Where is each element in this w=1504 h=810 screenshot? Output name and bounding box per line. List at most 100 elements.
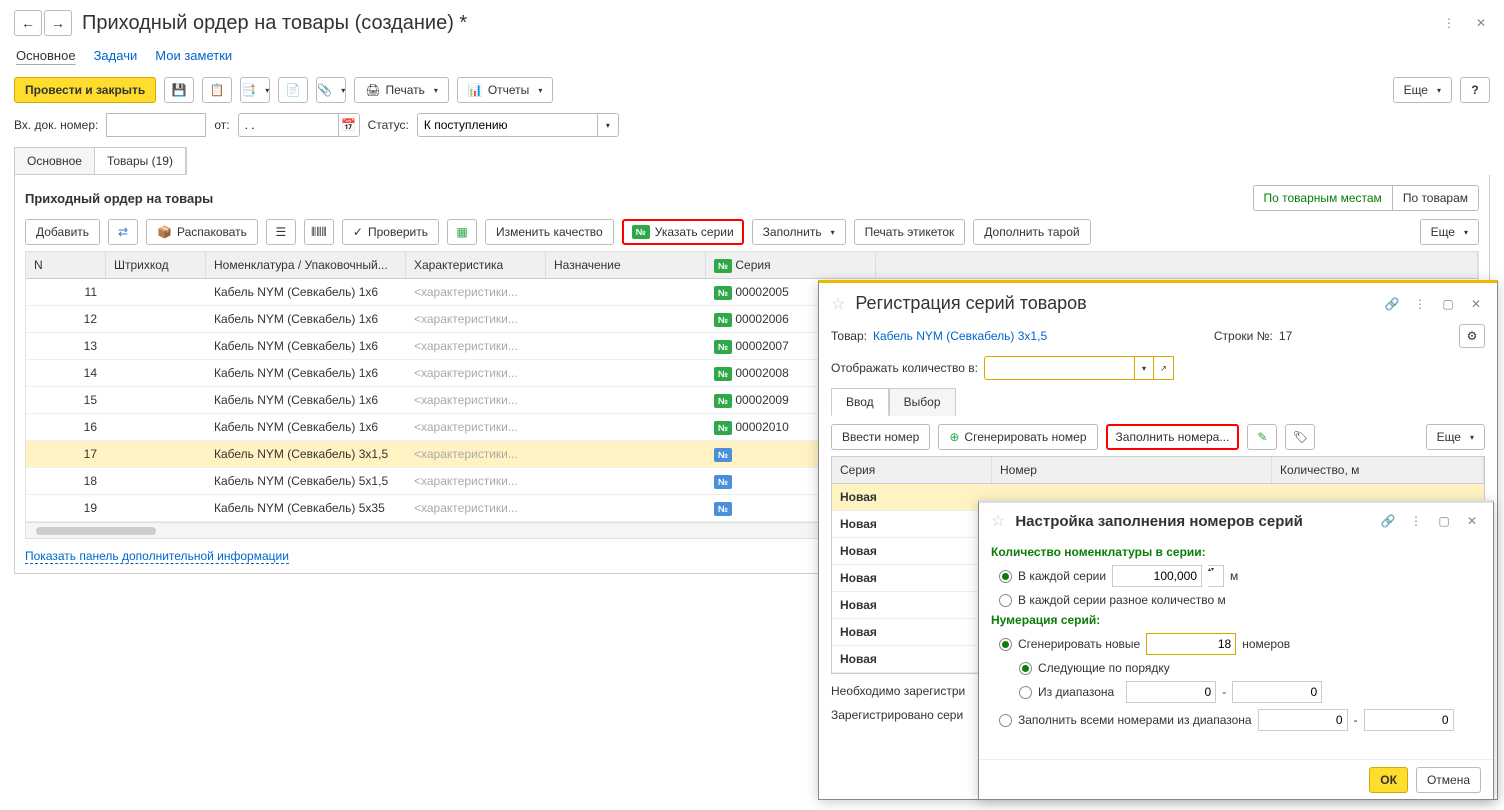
save-icon-button[interactable]: 💾: [164, 77, 194, 103]
lines-value: 17: [1279, 329, 1292, 343]
section-tab-goods[interactable]: Товары (19): [95, 148, 186, 174]
section-tabs: Основное Товары (19): [14, 147, 187, 175]
arrows-icon: ⇄: [118, 225, 128, 239]
settings-close-icon[interactable]: ✕: [1463, 512, 1481, 530]
tab-notes[interactable]: Мои заметки: [155, 48, 232, 63]
post-icon-button[interactable]: 📋: [202, 77, 232, 103]
link-icon[interactable]: 🔗: [1383, 295, 1401, 313]
tab-input[interactable]: Ввод: [831, 388, 889, 416]
settings-kebab-icon[interactable]: ⋮: [1407, 512, 1425, 530]
numbers-suffix-label: номеров: [1242, 637, 1290, 651]
tab-select[interactable]: Выбор: [889, 388, 956, 416]
date-input[interactable]: [238, 113, 338, 137]
range2-to-input[interactable]: [1364, 709, 1454, 731]
each-series-radio[interactable]: [999, 570, 1012, 583]
from-range-radio[interactable]: [1019, 686, 1032, 699]
qty-unit-input[interactable]: [984, 356, 1134, 380]
range-to-input[interactable]: [1232, 681, 1322, 703]
series-col-qty[interactable]: Количество, м: [1272, 457, 1484, 483]
title-row: ← → Приходный ордер на товары (создание)…: [14, 10, 1490, 36]
grid-icon-button[interactable]: ▦: [447, 219, 477, 245]
dialog-close-icon[interactable]: ✕: [1467, 295, 1485, 313]
qty-unit-dropdown-button[interactable]: ▾: [1134, 356, 1154, 380]
kebab-icon[interactable]: ⋮: [1440, 14, 1458, 32]
generate-qty-input[interactable]: [1146, 633, 1236, 655]
reg-dialog-title: Регистрация серий товаров: [855, 293, 1086, 314]
series-col-number[interactable]: Номер: [992, 457, 1272, 483]
more-button[interactable]: Еще: [1393, 77, 1452, 103]
each-series-qty-input[interactable]: [1112, 565, 1202, 587]
by-goods-toggle[interactable]: По товарам: [1392, 185, 1479, 211]
barcode-icon-button[interactable]: ⦀⦀⦀: [304, 219, 334, 245]
table-more-button[interactable]: Еще: [1420, 219, 1479, 245]
maximize-icon[interactable]: ▢: [1439, 295, 1457, 313]
col-purpose[interactable]: Назначение: [546, 252, 706, 278]
set-series-button[interactable]: №Указать серии: [622, 219, 744, 245]
unpack-label: Распаковать: [177, 225, 247, 239]
qty-spin-button[interactable]: ▴▾: [1208, 565, 1224, 587]
col-characteristic[interactable]: Характеристика: [406, 252, 546, 278]
supplement-tare-button[interactable]: Дополнить тарой: [973, 219, 1090, 245]
attach-icon: 📎: [317, 83, 332, 97]
tag-icon-button[interactable]: 🏷: [1285, 424, 1315, 450]
tab-main[interactable]: Основное: [16, 48, 76, 63]
settings-link-icon[interactable]: 🔗: [1379, 512, 1397, 530]
qty-unit-open-button[interactable]: ↗: [1154, 356, 1174, 380]
series-more-button[interactable]: Еще: [1426, 424, 1485, 450]
table-header: N Штрихкод Номенклатура / Упаковочный...…: [26, 252, 1478, 279]
settings-favorite-icon[interactable]: ☆: [991, 511, 1005, 531]
col-series[interactable]: № Серия: [706, 252, 876, 278]
ok-button[interactable]: ОК: [1369, 767, 1408, 793]
nav-back-button[interactable]: ←: [14, 10, 42, 36]
section-tab-main[interactable]: Основное: [15, 148, 95, 174]
calendar-button[interactable]: 📅: [338, 113, 360, 137]
reports-button[interactable]: 📊Отчеты: [457, 77, 553, 103]
print-button[interactable]: 🖨Печать: [354, 77, 449, 103]
enter-number-button[interactable]: Ввести номер: [831, 424, 930, 450]
unpack-button[interactable]: 📦Распаковать: [146, 219, 258, 245]
generate-number-button[interactable]: ⊕Сгенерировать номер: [938, 424, 1097, 450]
top-nav-tabs: Основное Задачи Мои заметки: [14, 48, 1490, 63]
copy-dropdown-button[interactable]: 📑: [240, 77, 270, 103]
range-from-input[interactable]: [1126, 681, 1216, 703]
col-barcode[interactable]: Штрихкод: [106, 252, 206, 278]
print-labels-button[interactable]: Печать этикеток: [854, 219, 966, 245]
close-icon[interactable]: ✕: [1472, 14, 1490, 32]
ext-doc-input[interactable]: [106, 113, 206, 137]
cancel-button[interactable]: Отмена: [1416, 767, 1481, 793]
col-n[interactable]: N: [26, 252, 106, 278]
gear-button[interactable]: ⚙: [1459, 324, 1485, 348]
by-places-toggle[interactable]: По товарным местам: [1253, 185, 1392, 211]
status-dropdown-button[interactable]: ▾: [597, 113, 619, 137]
each-series-diff-radio[interactable]: [999, 594, 1012, 607]
post-and-close-button[interactable]: Провести и закрыть: [14, 77, 156, 103]
favorite-icon[interactable]: ☆: [831, 294, 845, 314]
add-button[interactable]: Добавить: [25, 219, 100, 245]
series-col-series[interactable]: Серия: [832, 457, 992, 483]
attach-dropdown-button[interactable]: 📎: [316, 77, 346, 103]
dialog-kebab-icon[interactable]: ⋮: [1411, 295, 1429, 313]
help-button[interactable]: ?: [1460, 77, 1490, 103]
fill-numbers-button[interactable]: Заполнить номера...: [1106, 424, 1240, 450]
tag-icon: 🏷: [1293, 430, 1308, 444]
fill-all-radio[interactable]: [999, 714, 1012, 727]
tab-tasks[interactable]: Задачи: [94, 48, 138, 63]
next-in-order-label: Следующие по порядку: [1038, 661, 1170, 675]
nav-forward-button[interactable]: →: [44, 10, 72, 36]
change-quality-button[interactable]: Изменить качество: [485, 219, 614, 245]
fill-button[interactable]: Заполнить: [752, 219, 846, 245]
doc-icon-button[interactable]: 📄: [278, 77, 308, 103]
col-nomenclature[interactable]: Номенклатура / Упаковочный...: [206, 252, 406, 278]
verify-button[interactable]: ✓Проверить: [342, 219, 439, 245]
reports-label: Отчеты: [488, 83, 529, 97]
edit-icon-button[interactable]: ✎: [1247, 424, 1277, 450]
settings-maximize-icon[interactable]: ▢: [1435, 512, 1453, 530]
generate-new-radio[interactable]: [999, 638, 1012, 651]
move-button[interactable]: ⇄: [108, 219, 138, 245]
goods-link[interactable]: Кабель NYM (Севкабель) 3x1,5: [873, 329, 1047, 343]
next-in-order-radio[interactable]: [1019, 662, 1032, 675]
goods-panel-title: Приходный ордер на товары: [25, 191, 213, 206]
range2-from-input[interactable]: [1258, 709, 1348, 731]
status-select[interactable]: [417, 113, 597, 137]
list-icon-button[interactable]: ☰: [266, 219, 296, 245]
